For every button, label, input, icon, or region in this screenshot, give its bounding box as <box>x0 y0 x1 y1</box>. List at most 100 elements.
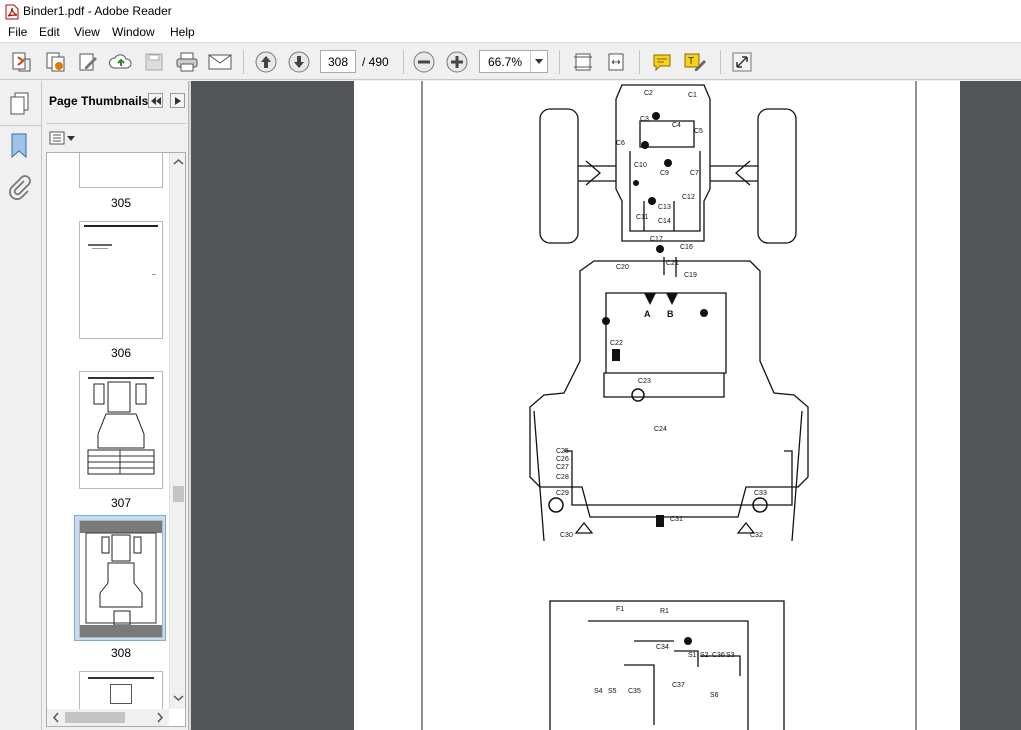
attachments-icon[interactable] <box>8 175 32 204</box>
scrollbar-thumb[interactable] <box>173 486 184 502</box>
page-total: / 490 <box>362 55 389 69</box>
svg-text:C31: C31 <box>670 516 683 523</box>
page-thumbnails-icon[interactable] <box>8 91 32 118</box>
menu-bar: File Edit View Window Help <box>0 23 1021 43</box>
zoom-in-icon[interactable] <box>444 49 470 75</box>
svg-text:R1: R1 <box>660 608 669 615</box>
svg-text:C30: C30 <box>560 532 573 539</box>
upload-cloud-icon[interactable] <box>108 49 134 75</box>
panel-divider <box>46 123 186 124</box>
scroll-right-icon[interactable] <box>153 709 167 726</box>
print-icon[interactable] <box>174 49 200 75</box>
thumb-shape <box>110 684 132 704</box>
options-list-icon <box>49 131 65 145</box>
svg-text:F1: F1 <box>616 606 624 613</box>
svg-text:A: A <box>644 309 651 319</box>
collapse-panel-button[interactable] <box>148 93 163 108</box>
scroll-down-icon[interactable] <box>170 691 186 705</box>
svg-text:S3: S3 <box>726 652 735 659</box>
zoom-select[interactable] <box>479 50 548 73</box>
menu-help[interactable]: Help <box>170 25 195 39</box>
combine-pdf-icon[interactable] <box>42 49 68 75</box>
thumbnail-list[interactable]: 305 306 307 308 <box>46 152 186 727</box>
chevron-down-icon <box>67 135 75 141</box>
save-icon[interactable] <box>141 49 167 75</box>
bookmarks-icon[interactable] <box>9 133 29 162</box>
scrollbar-thumb[interactable] <box>65 712 125 723</box>
svg-text:C36: C36 <box>712 652 725 659</box>
toolbar-separator <box>403 50 404 74</box>
thumbnail-label: 307 <box>110 496 132 510</box>
svg-text:T: T <box>688 56 694 67</box>
sign-icon[interactable]: T <box>682 49 708 75</box>
svg-text:C6: C6 <box>616 140 625 147</box>
scroll-left-icon[interactable] <box>49 709 63 726</box>
thumbnail-307[interactable] <box>79 371 163 489</box>
expand-panel-button[interactable] <box>170 93 185 108</box>
comment-icon[interactable] <box>649 49 675 75</box>
title-bar: Binder1.pdf - Adobe Reader <box>0 0 1021 23</box>
svg-text:C26: C26 <box>556 456 569 463</box>
wiring-diagram: C2 C1 C3 C4 C5 C6 C10 C9 C7 C12 C13 C11 C14 C17 C… <box>421 81 917 730</box>
svg-text:C10: C10 <box>634 162 647 169</box>
document-viewport[interactable]: C2 C1 C3 C4 C5 C6 C10 C9 C7 C12 C13 C11 C14 C17 C… <box>191 81 1021 730</box>
thumb-header-line <box>84 225 158 227</box>
toolbar-separator <box>243 50 244 74</box>
svg-text:S2: S2 <box>700 652 709 659</box>
expand-icon[interactable] <box>729 49 755 75</box>
zoom-out-icon[interactable] <box>411 49 437 75</box>
svg-text:C22: C22 <box>610 340 623 347</box>
next-page-icon[interactable] <box>286 49 312 75</box>
email-icon[interactable] <box>207 49 233 75</box>
svg-text:S1: S1 <box>688 652 697 659</box>
svg-text:C1: C1 <box>688 92 697 99</box>
svg-text:C27: C27 <box>556 464 569 471</box>
fit-page-icon[interactable] <box>570 49 596 75</box>
thumb-header-line <box>88 677 154 679</box>
svg-text:C28: C28 <box>556 474 569 481</box>
toolbar-separator <box>639 50 640 74</box>
toolbar-separator <box>559 50 560 74</box>
page-thumbnails-panel: Page Thumbnails 305 306 307 308 <box>42 81 189 730</box>
svg-text:S5: S5 <box>608 688 617 695</box>
thumbnail-label: 305 <box>110 196 132 210</box>
thumbnail-horizontal-scrollbar[interactable] <box>47 709 169 726</box>
navigation-rail <box>0 81 42 730</box>
toolbar: / 490 T <box>0 44 1021 80</box>
svg-text:C11: C11 <box>636 214 648 221</box>
thumb-diagram-preview <box>80 521 162 637</box>
thumb-diagram-preview <box>87 377 155 475</box>
menu-file[interactable]: File <box>8 25 27 39</box>
page-number-input[interactable] <box>320 50 356 73</box>
fit-width-icon[interactable] <box>603 49 629 75</box>
thumb-text-line <box>88 244 112 246</box>
create-pdf-icon[interactable] <box>8 49 34 75</box>
svg-text:C4: C4 <box>672 122 681 129</box>
svg-text:C24: C24 <box>654 426 667 433</box>
edit-pdf-icon[interactable] <box>75 49 101 75</box>
thumbnail-306[interactable] <box>79 221 163 339</box>
chevron-down-icon[interactable] <box>530 51 547 72</box>
thumbnail-vertical-scrollbar[interactable] <box>169 153 186 709</box>
thumbnail-label: 306 <box>110 346 132 360</box>
thumbnail-305[interactable] <box>79 153 163 188</box>
svg-text:C9: C9 <box>660 170 669 177</box>
svg-text:C12: C12 <box>682 194 695 201</box>
previous-page-icon[interactable] <box>253 49 279 75</box>
zoom-input[interactable] <box>480 51 530 72</box>
rail-divider <box>0 125 42 126</box>
svg-text:S6: S6 <box>710 692 719 699</box>
svg-text:C14: C14 <box>658 218 671 225</box>
svg-text:S4: S4 <box>594 688 603 695</box>
svg-text:C3: C3 <box>640 116 649 123</box>
scroll-up-icon[interactable] <box>170 155 186 169</box>
thumbnail-options-button[interactable] <box>49 130 77 146</box>
svg-text:C34: C34 <box>656 644 669 651</box>
menu-edit[interactable]: Edit <box>39 25 60 39</box>
thumbnail-308[interactable] <box>79 520 163 638</box>
menu-view[interactable]: View <box>74 25 100 39</box>
thumbnail-label: 308 <box>110 646 132 660</box>
svg-text:B: B <box>667 309 674 319</box>
menu-window[interactable]: Window <box>112 25 155 39</box>
panel-title: Page Thumbnails <box>49 94 149 108</box>
